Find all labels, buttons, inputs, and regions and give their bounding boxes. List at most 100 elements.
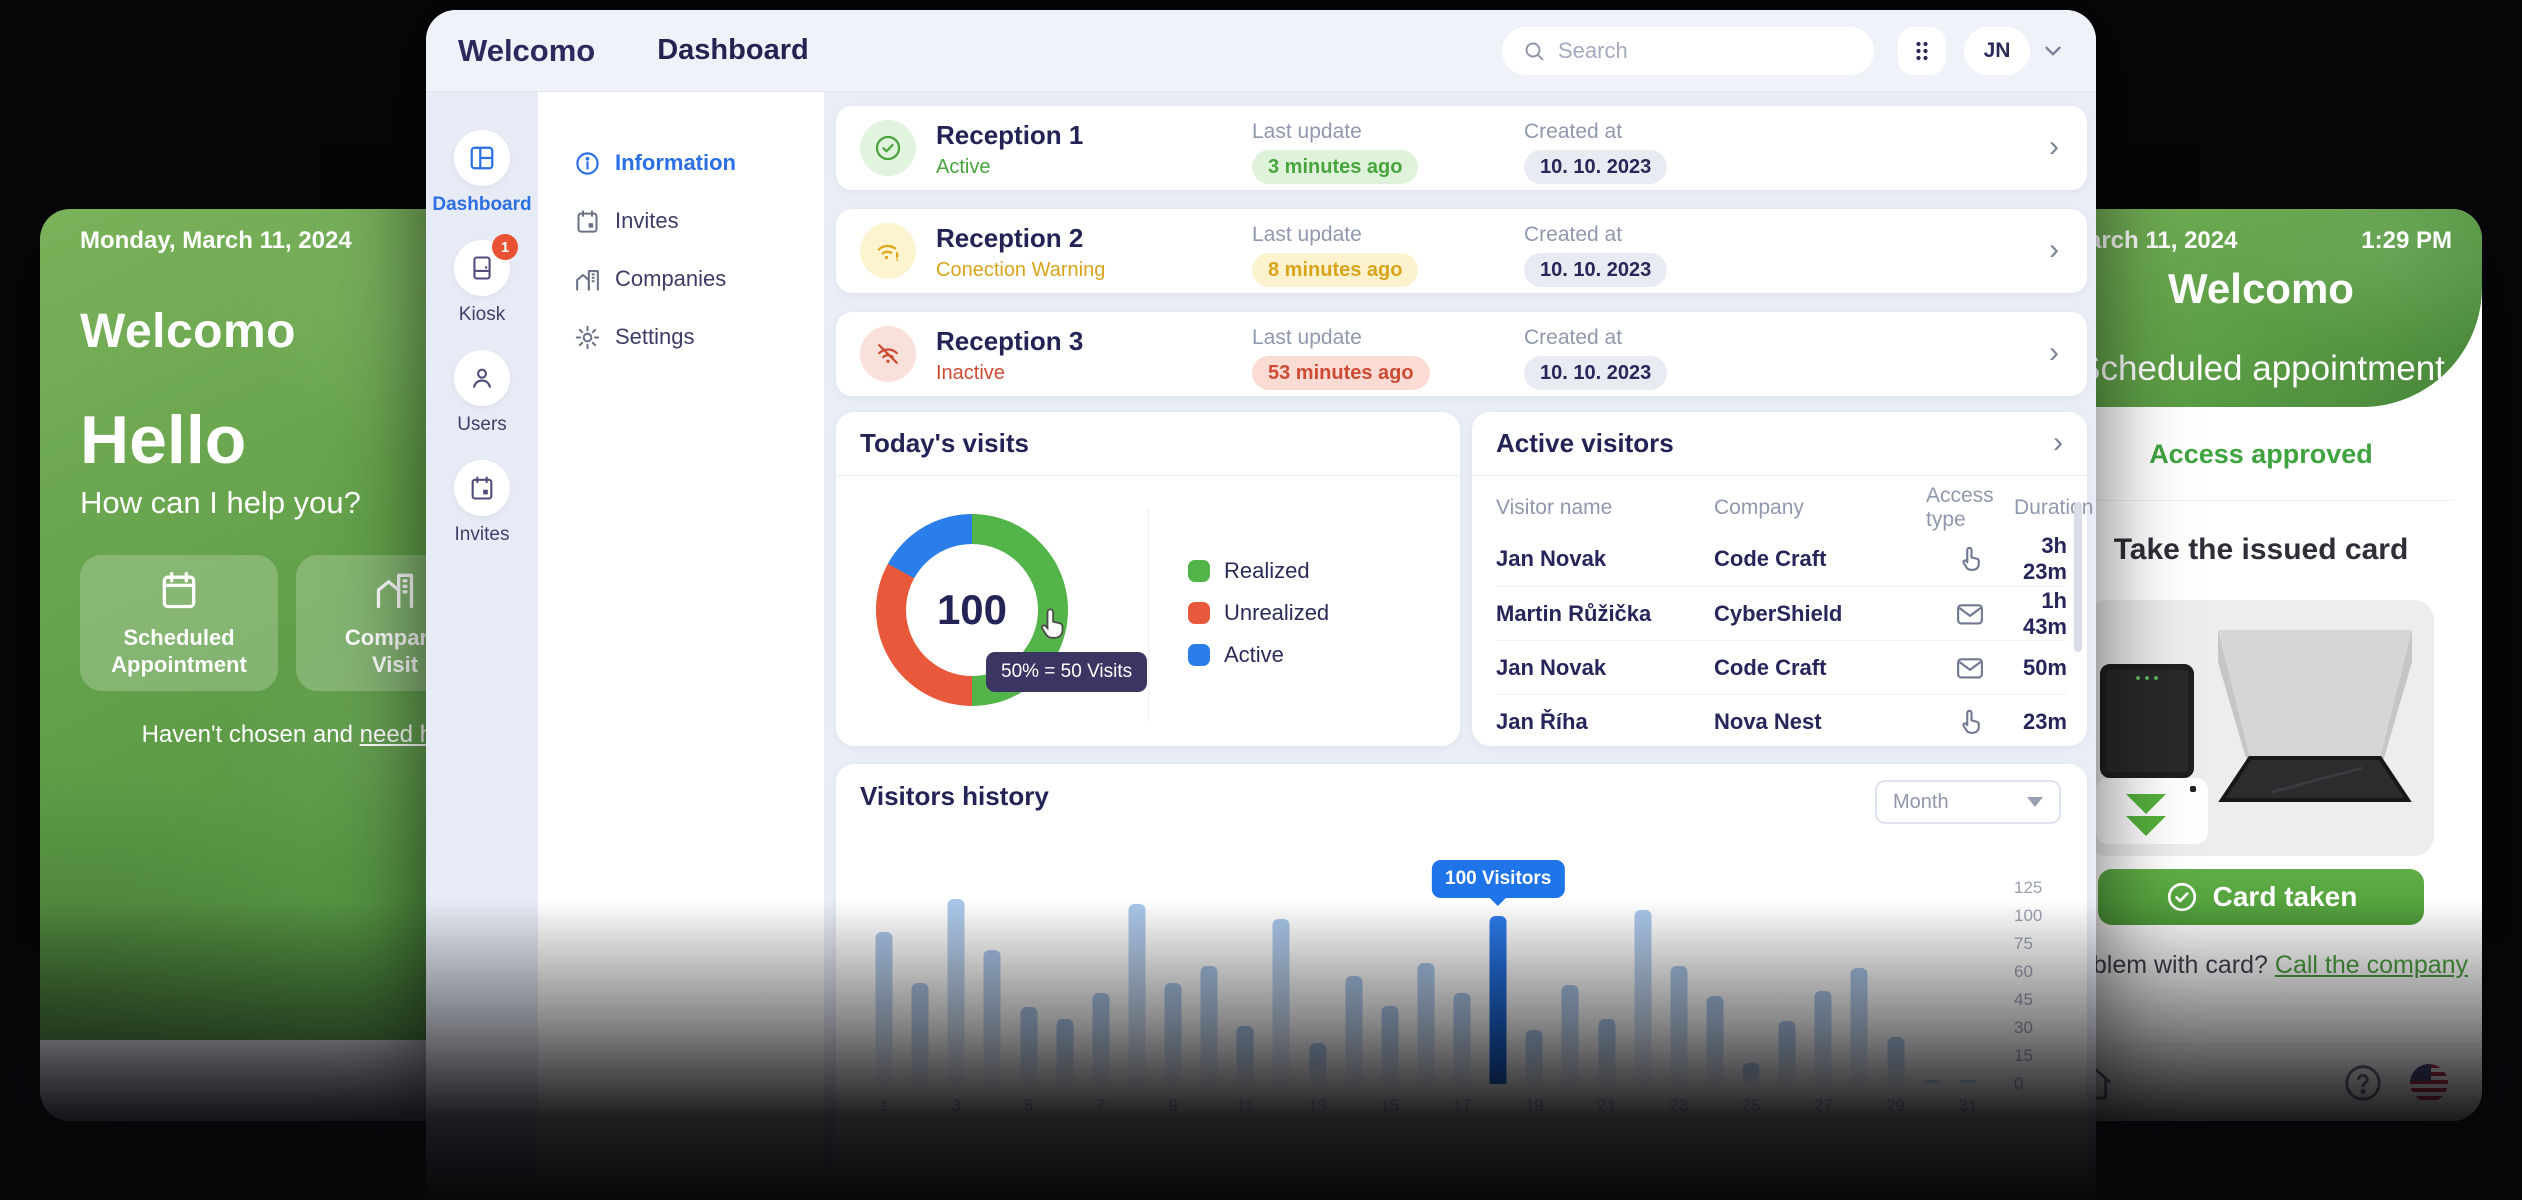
card-slot	[2096, 778, 2208, 844]
search-bar[interactable]	[1502, 27, 1874, 75]
chevron-down-icon[interactable]	[2040, 38, 2066, 64]
bar-slot[interactable]	[902, 888, 938, 1084]
x-axis-label: 19	[1516, 1096, 1552, 1116]
x-axis-label: 25	[1733, 1096, 1769, 1116]
bar[interactable]	[1670, 966, 1687, 1084]
bar[interactable]	[1056, 1019, 1073, 1084]
bar-slot[interactable]: 29	[1878, 888, 1914, 1084]
bar[interactable]	[1454, 993, 1471, 1084]
bar-slot[interactable]: 9	[1155, 888, 1191, 1084]
bar[interactable]	[1779, 1021, 1796, 1084]
period-select[interactable]: Month	[1875, 780, 2061, 824]
bar[interactable]	[1237, 1026, 1254, 1084]
language-flag-us[interactable]	[2410, 1064, 2448, 1102]
todays-visits-panel: Today's visits 100 Realized Unrealized A…	[836, 412, 1460, 746]
scheduled-appointment-button[interactable]: Scheduled Appointment	[80, 555, 278, 691]
bar-slot[interactable]	[1336, 888, 1372, 1084]
bar-slot[interactable]: 7	[1083, 888, 1119, 1084]
bar[interactable]	[1959, 1080, 1976, 1084]
bar[interactable]	[1887, 1037, 1904, 1084]
bar-slot[interactable]: 19	[1516, 888, 1552, 1084]
bar[interactable]	[1815, 991, 1832, 1084]
bar-slot[interactable]	[1914, 888, 1950, 1084]
duration: 50m	[2014, 655, 2067, 681]
bar-slot[interactable]: 27	[1805, 888, 1841, 1084]
donut-tooltip: 50% = 50 Visits	[986, 652, 1147, 692]
nav-item-companies[interactable]: Companies	[538, 250, 824, 308]
bar[interactable]	[1417, 963, 1434, 1084]
bar[interactable]	[1020, 1007, 1037, 1084]
bar-slot[interactable]	[1408, 888, 1444, 1084]
bar[interactable]	[1598, 1019, 1615, 1084]
bar[interactable]	[1201, 966, 1218, 1084]
bar[interactable]	[876, 932, 893, 1084]
bar-slot[interactable]	[1841, 888, 1877, 1084]
bar-slot[interactable]	[1552, 888, 1588, 1084]
wifi-warning-icon	[860, 223, 916, 279]
sidebar-item-dashboard[interactable]: Dashboard	[426, 130, 538, 216]
bar[interactable]	[1490, 916, 1507, 1084]
bar-slot[interactable]	[1697, 888, 1733, 1084]
table-row[interactable]: Jan NovakCode Craft3h 23m	[1496, 532, 2067, 586]
sidebar-item-users[interactable]: Users	[426, 350, 538, 436]
sidebar-item-kiosk[interactable]: 1 Kiosk	[426, 240, 538, 326]
table-row[interactable]: Jan NovakCode Craft50m	[1496, 640, 2067, 694]
avatar[interactable]: JN	[1964, 27, 2030, 75]
bar-slot[interactable]: 17	[1444, 888, 1480, 1084]
card-taken-button[interactable]: Card taken	[2098, 869, 2424, 925]
reception-card[interactable]: Reception 2 Conection Warning Last updat…	[836, 209, 2087, 293]
bar-slot[interactable]: 31	[1950, 888, 1986, 1084]
bar[interactable]	[1381, 1006, 1398, 1084]
bar-slot[interactable]	[974, 888, 1010, 1084]
bar[interactable]	[1273, 919, 1290, 1084]
bar-slot[interactable]: 3	[938, 888, 974, 1084]
nav-item-invites[interactable]: Invites	[538, 192, 824, 250]
bar-slot[interactable]	[1047, 888, 1083, 1084]
bar-slot[interactable]: 5	[1011, 888, 1047, 1084]
bar-slot[interactable]: 23	[1661, 888, 1697, 1084]
bar[interactable]	[1562, 985, 1579, 1084]
bar[interactable]	[1128, 904, 1145, 1084]
bar-slot[interactable]: 11	[1227, 888, 1263, 1084]
bar-slot[interactable]	[1625, 888, 1661, 1084]
sidebar-item-invites[interactable]: Invites	[426, 460, 538, 546]
bar-slot[interactable]	[1191, 888, 1227, 1084]
bar[interactable]	[1634, 910, 1651, 1084]
scrollbar[interactable]	[2074, 502, 2082, 652]
bar-slot[interactable]: 1	[866, 888, 902, 1084]
table-row[interactable]: Martin RůžičkaCyberShield1h 43m	[1496, 586, 2067, 640]
bar-slot[interactable]: 15	[1372, 888, 1408, 1084]
bar[interactable]	[1706, 996, 1723, 1084]
bar-slot[interactable]: 13	[1300, 888, 1336, 1084]
company-name: Code Craft	[1714, 655, 1926, 681]
nav-item-information[interactable]: Information	[538, 134, 824, 192]
bar[interactable]	[984, 950, 1001, 1084]
bar[interactable]	[1923, 1080, 1940, 1084]
chevron-right-icon[interactable]: ›	[2053, 428, 2063, 458]
bar[interactable]	[948, 899, 965, 1084]
nav-item-settings[interactable]: Settings	[538, 308, 824, 366]
table-row[interactable]: Jan ŘíhaNova Nest23m	[1496, 694, 2067, 748]
search-input[interactable]	[1558, 38, 1854, 64]
bar-slot[interactable]: 25	[1733, 888, 1769, 1084]
apps-grid-button[interactable]	[1898, 27, 1946, 75]
bar[interactable]	[1165, 983, 1182, 1084]
bar[interactable]	[1092, 993, 1109, 1084]
bar[interactable]	[912, 983, 929, 1084]
bar-slot[interactable]: 100 Visitors	[1480, 888, 1516, 1084]
bar-slot[interactable]	[1769, 888, 1805, 1084]
call-the-company-link[interactable]: Call the company	[2275, 951, 2468, 979]
bar-slot[interactable]: 21	[1589, 888, 1625, 1084]
visitors-table: Visitor name Company Access type Duratio…	[1496, 484, 2067, 748]
bar[interactable]	[1309, 1043, 1326, 1084]
bar[interactable]	[1851, 968, 1868, 1084]
help-icon[interactable]	[2342, 1062, 2384, 1104]
bar-slot[interactable]	[1263, 888, 1299, 1084]
reception-card[interactable]: Reception 3 Inactive Last update 53 minu…	[836, 312, 2087, 396]
bar[interactable]	[1526, 1030, 1543, 1084]
reception-card[interactable]: Reception 1 Active Last update 3 minutes…	[836, 106, 2087, 190]
kiosk-subtitle: How can I help you?	[80, 485, 361, 521]
bar-slot[interactable]	[1119, 888, 1155, 1084]
bar[interactable]	[1345, 976, 1362, 1084]
bar[interactable]	[1743, 1063, 1760, 1084]
